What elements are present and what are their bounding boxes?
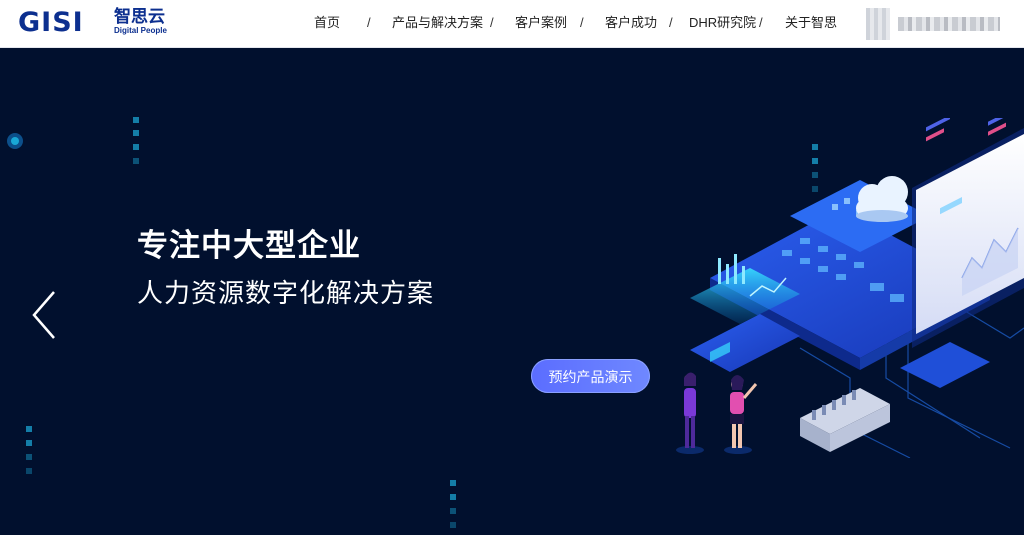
- logo-mark: GISI: [18, 7, 84, 38]
- nav-separator: /: [580, 15, 584, 30]
- nav-item-dhr-institute[interactable]: DHR研究院: [689, 15, 756, 31]
- people-figures: [676, 372, 758, 454]
- hero-banner: 专注中大型企业 人力资源数字化解决方案 预约产品演示: [0, 48, 1024, 535]
- nav-separator: /: [669, 15, 673, 30]
- book-demo-button[interactable]: 预约产品演示: [531, 359, 650, 393]
- hero-title: 专注中大型企业: [137, 228, 361, 263]
- decor-square: [450, 494, 456, 500]
- logo-name-cn: 智思云: [114, 7, 165, 26]
- chevron-left-icon: [32, 291, 55, 339]
- decor-square: [133, 144, 139, 150]
- decor-square: [450, 480, 456, 486]
- user-account[interactable]: ████████: [866, 8, 1000, 40]
- decor-square: [26, 426, 32, 432]
- nav-item-customer-success[interactable]: 客户成功: [605, 15, 657, 31]
- nav-item-home[interactable]: 首页: [314, 15, 340, 31]
- logo[interactable]: GISI 智思云 Digital People: [18, 7, 167, 39]
- hero-subtitle: 人力资源数字化解决方案: [137, 278, 435, 308]
- decor-square: [450, 508, 456, 514]
- nav-separator: /: [367, 15, 371, 30]
- logo-name-en: Digital People: [114, 26, 167, 35]
- decor-square: [133, 117, 139, 123]
- header: GISI 智思云 Digital People 首页 / 产品与解决方案 / 客…: [0, 0, 1024, 48]
- nav-separator: /: [490, 15, 494, 30]
- nav-separator: /: [759, 15, 763, 30]
- avatar: [866, 8, 890, 40]
- nav-item-about[interactable]: 关于智思: [785, 15, 837, 31]
- decor-square: [26, 468, 32, 474]
- decor-square: [133, 130, 139, 136]
- carousel-prev-button[interactable]: [26, 290, 60, 340]
- nav-item-cases[interactable]: 客户案例: [515, 15, 567, 31]
- isometric-data-illustration: [676, 118, 1024, 458]
- decor-square: [450, 522, 456, 528]
- decor-square: [133, 158, 139, 164]
- decor-square: [26, 440, 32, 446]
- decor-square: [26, 454, 32, 460]
- user-name: ████████: [898, 17, 1000, 31]
- nav-item-products[interactable]: 产品与解决方案: [392, 15, 483, 31]
- decor-dot: [7, 133, 23, 149]
